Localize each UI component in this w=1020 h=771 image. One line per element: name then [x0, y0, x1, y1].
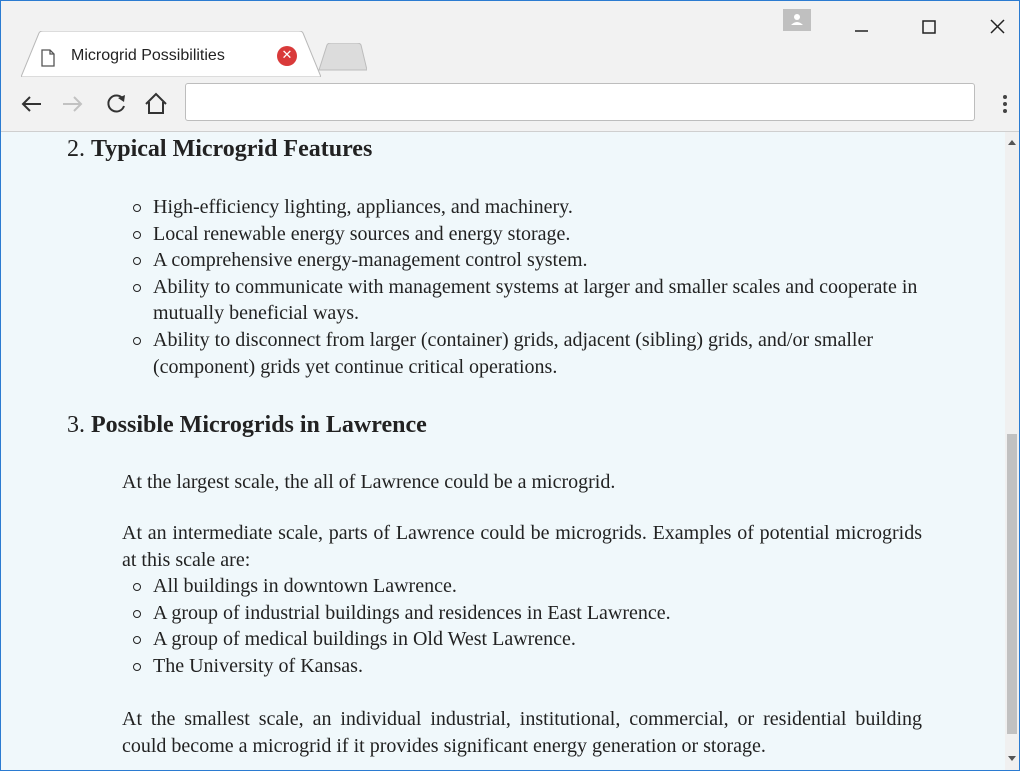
browser-window: Microgrid Possibilities ✕ 2. Typical Mic… [0, 0, 1020, 771]
profile-icon[interactable] [783, 9, 811, 31]
list-item: A comprehensive energy-management contro… [131, 247, 951, 274]
list-item: Ability to communicate with management s… [131, 274, 951, 327]
paragraph: At an intermediate scale, parts of Lawre… [122, 522, 922, 571]
forward-arrow-icon[interactable] [57, 89, 87, 119]
document-icon [41, 49, 55, 67]
browser-tab[interactable]: Microgrid Possibilities ✕ [21, 31, 321, 77]
scrollbar-thumb[interactable] [1007, 434, 1017, 734]
close-icon[interactable] [977, 11, 1017, 41]
title-bar: Microgrid Possibilities ✕ [1, 1, 1019, 77]
minimize-icon[interactable] [841, 11, 881, 41]
more-vertical-icon[interactable] [995, 91, 1015, 117]
list-item: A group of industrial buildings and resi… [131, 600, 951, 627]
list-item: A group of medical buildings in Old West… [131, 626, 951, 653]
paragraph: At the largest scale, the all of Lawrenc… [122, 471, 616, 493]
section-title: Typical Microgrid Features [91, 136, 373, 162]
list-item: The University of Kansas. [131, 653, 951, 680]
section-heading: 3. Possible Microgrids in Lawrence [67, 412, 427, 439]
reload-icon[interactable] [101, 89, 131, 119]
vertical-scrollbar[interactable] [1005, 132, 1019, 770]
section-heading: 2. Typical Microgrid Features [67, 136, 372, 163]
maximize-icon[interactable] [909, 11, 949, 41]
home-icon[interactable] [141, 89, 171, 119]
new-tab-button[interactable] [317, 43, 367, 71]
section-title: Possible Microgrids in Lawrence [91, 412, 427, 438]
section-number: 3. [67, 412, 85, 438]
paragraph: At the smallest scale, an individual ind… [122, 708, 922, 757]
list-item: Ability to disconnect from larger (conta… [131, 327, 951, 380]
list-item: High-efficiency lighting, appliances, an… [131, 194, 951, 221]
tab-title: Microgrid Possibilities [71, 47, 225, 64]
close-circle-icon[interactable]: ✕ [277, 46, 297, 66]
example-list: All buildings in downtown Lawrence. A gr… [131, 573, 951, 679]
feature-list: High-efficiency lighting, appliances, an… [131, 194, 951, 380]
address-bar[interactable] [185, 83, 975, 121]
back-arrow-icon[interactable] [17, 89, 47, 119]
page-content: 2. Typical Microgrid Features High-effic… [1, 132, 1005, 770]
section-number: 2. [67, 136, 85, 162]
list-item: All buildings in downtown Lawrence. [131, 573, 951, 600]
scroll-up-arrow-icon[interactable] [1008, 140, 1016, 145]
list-item: Local renewable energy sources and energ… [131, 221, 951, 248]
scroll-down-arrow-icon[interactable] [1008, 756, 1016, 761]
toolbar [1, 77, 1019, 132]
